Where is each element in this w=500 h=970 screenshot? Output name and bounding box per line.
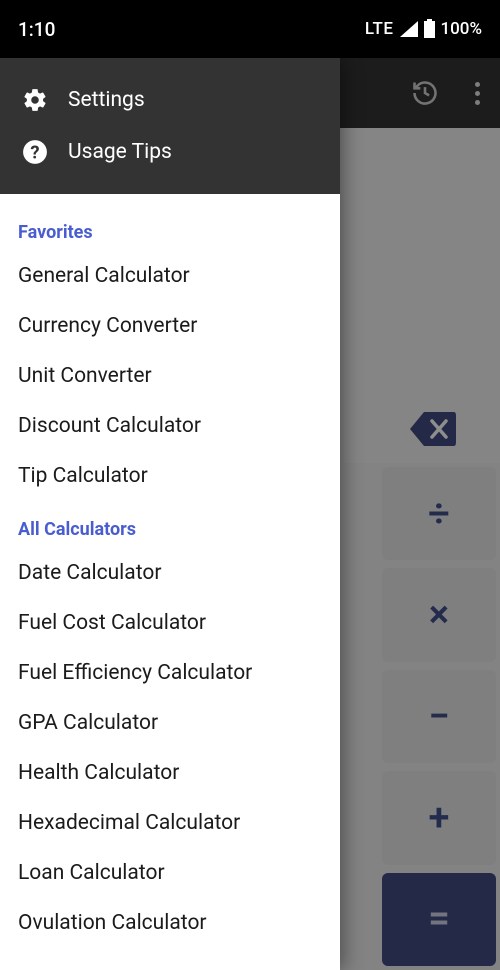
status-time: 1:10 [18, 18, 55, 41]
nav-item-date-calculator[interactable]: Date Calculator [0, 548, 340, 598]
drawer-header: Settings ? Usage Tips [0, 58, 340, 194]
drawer-settings-label: Settings [68, 88, 145, 112]
nav-item-hexadecimal-calculator[interactable]: Hexadecimal Calculator [0, 798, 340, 848]
nav-item-discount-calculator[interactable]: Discount Calculator [0, 401, 340, 451]
drawer-settings[interactable]: Settings [0, 74, 340, 126]
nav-item-loan-calculator[interactable]: Loan Calculator [0, 848, 340, 898]
drawer-usage-tips-label: Usage Tips [68, 140, 172, 164]
section-header-favorites: Favorites [0, 204, 340, 251]
nav-item-fuel-cost-calculator[interactable]: Fuel Cost Calculator [0, 598, 340, 648]
network-label: LTE [365, 19, 394, 39]
nav-item-tip-calculator[interactable]: Tip Calculator [0, 451, 340, 501]
signal-icon [399, 20, 419, 38]
battery-pct: 100% [440, 19, 482, 39]
nav-item-general-calculator[interactable]: General Calculator [0, 251, 340, 301]
nav-item-ovulation-calculator[interactable]: Ovulation Calculator [0, 898, 340, 948]
nav-item-fuel-efficiency-calculator[interactable]: Fuel Efficiency Calculator [0, 648, 340, 698]
svg-text:?: ? [30, 143, 39, 164]
navigation-drawer: Settings ? Usage Tips Favorites General … [0, 58, 340, 970]
nav-item-unit-converter[interactable]: Unit Converter [0, 351, 340, 401]
battery-icon [423, 19, 436, 39]
nav-item-gpa-calculator[interactable]: GPA Calculator [0, 698, 340, 748]
status-bar: 1:10 LTE 100% [0, 0, 500, 58]
status-right: LTE 100% [365, 19, 482, 39]
section-header-all: All Calculators [0, 501, 340, 548]
gear-icon [22, 87, 48, 113]
nav-item-currency-converter[interactable]: Currency Converter [0, 301, 340, 351]
help-icon: ? [22, 139, 48, 165]
drawer-body[interactable]: Favorites General Calculator Currency Co… [0, 194, 340, 970]
drawer-usage-tips[interactable]: ? Usage Tips [0, 126, 340, 178]
nav-item-health-calculator[interactable]: Health Calculator [0, 748, 340, 798]
